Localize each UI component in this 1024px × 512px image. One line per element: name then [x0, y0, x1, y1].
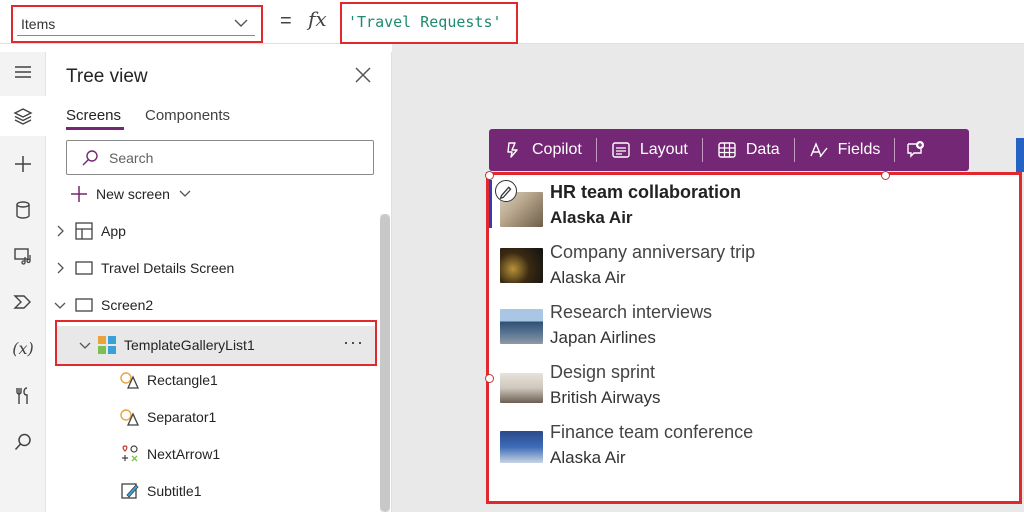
- tree-node-label: NextArrow1: [147, 446, 221, 462]
- data-button[interactable]: Data: [703, 129, 794, 171]
- tab-screens[interactable]: Screens: [66, 107, 121, 124]
- label-icon: [121, 483, 139, 499]
- chevron-down-icon: [234, 19, 248, 27]
- screen-icon: [75, 298, 93, 312]
- new-screen-label: New screen: [96, 186, 170, 202]
- gallery-item[interactable]: Research interviews Japan Airlines: [489, 295, 1019, 355]
- tree-node-app[interactable]: App: [46, 214, 376, 248]
- table-icon: [718, 142, 736, 158]
- tab-components[interactable]: Components: [145, 107, 230, 124]
- layout-label: Layout: [639, 141, 688, 158]
- item-subtitle: Alaska Air: [550, 448, 626, 467]
- layout-button[interactable]: Layout: [597, 129, 702, 171]
- gallery-item[interactable]: Company anniversary trip Alaska Air: [489, 235, 1019, 295]
- item-title: HR team collaboration: [550, 182, 742, 202]
- data-label: Data: [745, 141, 780, 158]
- gallery-item[interactable]: HR team collaboration Alaska Air: [489, 175, 1019, 235]
- chevron-right-icon[interactable]: [54, 262, 66, 274]
- fields-icon: [810, 142, 828, 158]
- resize-handle[interactable]: [485, 374, 494, 383]
- gallery-toolbar: Copilot Layout Data Fields: [489, 129, 969, 171]
- resize-handle[interactable]: [485, 171, 494, 180]
- item-thumbnail: [500, 431, 543, 463]
- formula-bar: Items = fx 'Travel Requests': [0, 0, 1024, 44]
- tree-node-travel-details-screen[interactable]: Travel Details Screen: [46, 251, 376, 285]
- tree-node-label: Subtitle1: [147, 483, 202, 499]
- variables-icon[interactable]: (x): [0, 328, 46, 368]
- chevron-down-icon: [179, 190, 191, 197]
- item-subtitle: Alaska Air: [550, 208, 633, 227]
- tree-view-panel: Tree view Screens Components Search New …: [46, 52, 392, 512]
- tree-node-separator1[interactable]: Separator1: [46, 400, 376, 434]
- search-input[interactable]: Search: [66, 140, 374, 175]
- layers-icon[interactable]: [0, 96, 46, 136]
- copilot-button[interactable]: Copilot: [489, 129, 596, 171]
- shape-icon: [120, 372, 140, 389]
- tree-node-label: Rectangle1: [147, 372, 218, 388]
- item-thumbnail: [500, 373, 543, 403]
- comment-add-button[interactable]: [895, 129, 935, 171]
- data-icon[interactable]: [0, 190, 46, 230]
- gallery-control[interactable]: HR team collaboration Alaska Air Company…: [486, 172, 1022, 504]
- edit-pencil-icon[interactable]: [495, 180, 517, 202]
- gallery-item[interactable]: Design sprint British Airways: [489, 355, 1019, 415]
- tree-node-label: Screen2: [101, 297, 154, 313]
- chevron-down-icon[interactable]: [54, 299, 66, 311]
- tree-node-subtitle1[interactable]: Subtitle1: [46, 474, 376, 508]
- plus-icon: [71, 186, 87, 202]
- copilot-label: Copilot: [532, 141, 582, 158]
- fields-label: Fields: [837, 141, 881, 158]
- tree-node-nextarrow1[interactable]: NextArrow1: [46, 437, 376, 471]
- selected-item-indicator: [489, 180, 492, 228]
- item-thumbnail: [500, 248, 543, 283]
- item-subtitle: Japan Airlines: [550, 328, 656, 347]
- tools-icon[interactable]: [0, 376, 46, 416]
- formula-text[interactable]: 'Travel Requests': [348, 13, 502, 31]
- gallery-item[interactable]: Finance team conference Alaska Air: [489, 415, 1019, 475]
- screen-header-strip: [1016, 138, 1024, 172]
- item-thumbnail: [500, 309, 543, 344]
- tree-node-label: App: [101, 223, 126, 239]
- equals-sign: =: [280, 10, 292, 32]
- layout-icon: [612, 142, 630, 158]
- formula-input[interactable]: 'Travel Requests': [340, 2, 518, 44]
- media-icon[interactable]: [0, 236, 46, 276]
- property-value: Items: [21, 16, 56, 32]
- fields-button[interactable]: Fields: [795, 129, 895, 171]
- tree-node-label: Travel Details Screen: [101, 260, 235, 276]
- tree-node-label: Separator1: [147, 409, 217, 425]
- selection-highlight: [55, 320, 377, 366]
- property-dropdown-field[interactable]: Items: [17, 11, 255, 36]
- item-title: Research interviews: [550, 302, 713, 322]
- screen-icon: [75, 261, 93, 275]
- tree-node-screen2[interactable]: Screen2: [46, 288, 376, 322]
- item-subtitle: Alaska Air: [550, 268, 626, 287]
- app-icon: [75, 222, 93, 240]
- search-icon[interactable]: [0, 422, 46, 462]
- power-automate-icon[interactable]: [0, 282, 46, 322]
- item-title: Design sprint: [550, 362, 656, 382]
- left-rail: (x): [0, 52, 46, 512]
- property-dropdown[interactable]: Items: [11, 5, 263, 43]
- item-title: Company anniversary trip: [550, 242, 756, 262]
- insert-icon[interactable]: [0, 144, 46, 184]
- icons-control-icon: [122, 445, 138, 462]
- fx-icon[interactable]: fx: [308, 7, 327, 31]
- search-icon: [82, 150, 98, 166]
- resize-handle[interactable]: [881, 171, 890, 180]
- panel-title: Tree view: [66, 66, 148, 87]
- close-icon[interactable]: [352, 64, 374, 86]
- scrollbar-thumb[interactable]: [380, 214, 390, 512]
- chevron-right-icon[interactable]: [54, 225, 66, 237]
- shape-icon: [120, 409, 140, 426]
- menu-icon[interactable]: [0, 52, 46, 92]
- active-tab-indicator: [66, 127, 124, 130]
- comment-add-icon: [907, 141, 925, 158]
- item-title: Finance team conference: [550, 422, 754, 442]
- search-placeholder: Search: [109, 150, 154, 166]
- item-subtitle: British Airways: [550, 388, 661, 407]
- tree-node-rectangle1[interactable]: Rectangle1: [46, 363, 376, 397]
- new-screen-button[interactable]: New screen: [70, 182, 192, 206]
- copilot-icon: [507, 142, 518, 158]
